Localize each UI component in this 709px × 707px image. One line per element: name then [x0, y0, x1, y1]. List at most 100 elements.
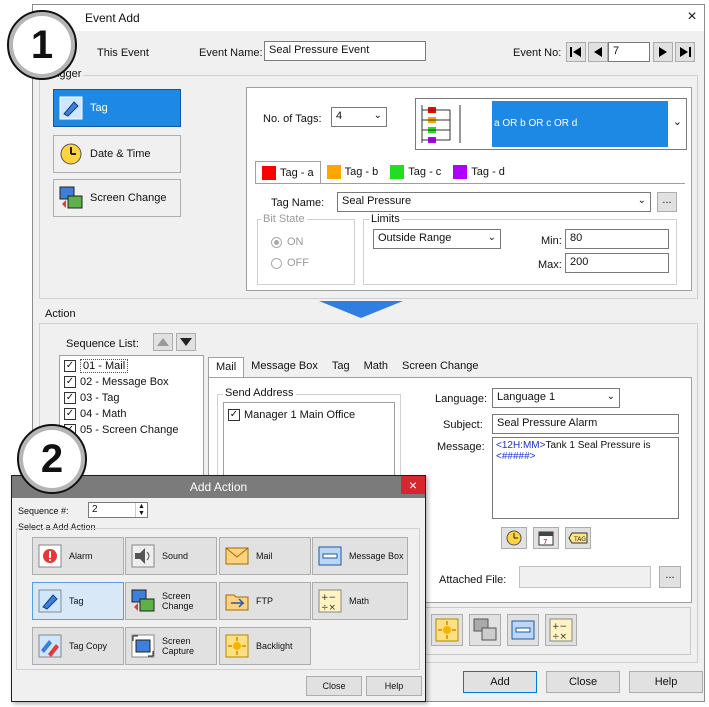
message-textarea[interactable]: <12H:MM>Tank 1 Seal Pressure is <#####>: [492, 437, 679, 519]
add-button[interactable]: Add: [463, 671, 537, 693]
insert-date-button[interactable]: 7: [533, 527, 559, 549]
first-event-button[interactable]: [566, 42, 586, 62]
message-label: Message:: [437, 441, 485, 453]
move-down-button[interactable]: [176, 333, 196, 351]
help-button[interactable]: Help: [629, 671, 703, 693]
action-tag-copy-button[interactable]: Tag Copy: [32, 627, 124, 665]
tab-screen-change[interactable]: Screen Change: [395, 357, 485, 377]
sequence-item[interactable]: ✓05 - Screen Change: [64, 422, 203, 438]
tab-tag-a[interactable]: Tag - a: [255, 161, 321, 183]
tab-mail[interactable]: Mail: [208, 357, 245, 377]
action-sound-button[interactable]: Sound: [125, 537, 217, 575]
screen-change-icon: [473, 618, 497, 641]
action-screen-capture-button[interactable]: Screen Capture: [125, 627, 217, 665]
alarm-icon: [37, 543, 63, 569]
action-math-label: Math: [349, 596, 370, 606]
tab-tag-c[interactable]: Tag - c: [384, 161, 447, 183]
toolbar-screen-change-button[interactable]: [469, 614, 501, 646]
limits-select[interactable]: Outside Range ⌄: [373, 229, 501, 249]
event-no-input[interactable]: 7: [608, 42, 650, 62]
chevron-down-icon: ⌄: [672, 116, 682, 128]
action-backlight-button[interactable]: Backlight: [219, 627, 311, 665]
dialog-close-text-button[interactable]: Close: [306, 676, 362, 696]
bit-on-radio[interactable]: ON: [271, 236, 304, 248]
tag-name-select[interactable]: Seal Pressure ⌄: [337, 192, 651, 212]
sequence-item[interactable]: ✓ 04 - Math: [64, 406, 203, 422]
sequence-number-value: 2: [92, 504, 98, 515]
insert-tag-button[interactable]: TAG: [565, 527, 591, 549]
svg-text:+−: +−: [552, 622, 567, 632]
action-group-label: Action: [45, 308, 76, 320]
checkbox-checked-icon: ✓: [228, 409, 240, 421]
dialog-close-button[interactable]: ×: [401, 476, 425, 494]
tab-tag[interactable]: Tag: [325, 357, 357, 377]
last-icon: [680, 47, 691, 57]
insert-time-button[interactable]: [501, 527, 527, 549]
tag-d-swatch: [453, 165, 468, 179]
message-value-tag: <#####>: [496, 451, 536, 462]
bit-off-radio[interactable]: OFF: [271, 257, 309, 269]
tab-tag-b-label: Tag - b: [344, 166, 379, 178]
sequence-item[interactable]: ✓ 02 - Message Box: [64, 374, 203, 390]
tab-tag-b[interactable]: Tag - b: [321, 161, 385, 183]
sequence-number-input[interactable]: 2 ▲ ▼: [88, 502, 148, 518]
limits-label: Limits: [369, 213, 402, 225]
attached-browse-button[interactable]: ...: [659, 566, 681, 588]
next-event-button[interactable]: [653, 42, 673, 62]
address-item[interactable]: ✓ Manager 1 Main Office: [228, 407, 390, 423]
spin-arrows-icon[interactable]: ▲ ▼: [135, 503, 147, 517]
attached-file-input[interactable]: [519, 566, 651, 588]
sequence-item-label: 03 - Tag: [80, 392, 120, 404]
logic-expression-text: a OR b OR c OR d: [492, 101, 668, 147]
radio-icon: [271, 257, 282, 269]
chevron-down-icon: ⌄: [487, 232, 496, 243]
previous-event-button[interactable]: [588, 42, 608, 62]
tag-b-swatch: [326, 165, 341, 179]
tab-math[interactable]: Math: [357, 357, 395, 377]
last-event-button[interactable]: [675, 42, 695, 62]
action-alarm-button[interactable]: Alarm: [32, 537, 124, 575]
action-screen-change-button[interactable]: Screen Change: [125, 582, 217, 620]
category-date-time-button[interactable]: Date & Time: [53, 135, 181, 173]
min-input[interactable]: 80: [565, 229, 669, 249]
action-ftp-button[interactable]: FTP: [219, 582, 311, 620]
toolbar-backlight-button[interactable]: [431, 614, 463, 646]
action-math-button[interactable]: +− ÷× Math: [312, 582, 408, 620]
language-select[interactable]: Language 1 ⌄: [492, 388, 620, 408]
sequence-item-label: 01 - Mail: [80, 359, 129, 373]
action-tag-button[interactable]: Tag: [32, 582, 124, 620]
tab-tag-d[interactable]: Tag - d: [447, 161, 511, 183]
category-screen-change-button[interactable]: Screen Change: [53, 179, 181, 217]
tab-message-box[interactable]: Message Box: [244, 357, 325, 377]
action-message-box-button[interactable]: Message Box: [312, 537, 408, 575]
tag-copy-icon: [37, 633, 63, 659]
category-tag-button[interactable]: Tag: [53, 89, 181, 127]
language-label: Language:: [435, 393, 487, 405]
tag-icon: [37, 588, 63, 614]
checkbox-checked-icon: ✓: [64, 360, 76, 372]
tag-config-panel: No. of Tags: 4 ⌄ a OR b OR c OR d ⌄ Tag …: [246, 87, 692, 291]
sequence-item-label: 02 - Message Box: [80, 376, 169, 388]
calendar-icon: 7: [538, 531, 554, 546]
action-alarm-label: Alarm: [69, 551, 93, 561]
move-up-button[interactable]: [153, 333, 173, 351]
close-window-button[interactable]: ×: [683, 8, 701, 26]
dialog-help-button[interactable]: Help: [366, 676, 422, 696]
callout-badge-1: 1: [7, 10, 77, 80]
toolbar-math-button[interactable]: +− ÷×: [545, 614, 577, 646]
close-button[interactable]: Close: [546, 671, 620, 693]
toolbar-message-box-button[interactable]: [507, 614, 539, 646]
action-mail-button[interactable]: Mail: [219, 537, 311, 575]
no-of-tags-select[interactable]: 4 ⌄: [331, 107, 387, 127]
bit-state-label: Bit State: [261, 213, 307, 225]
next-icon: [659, 47, 667, 57]
max-input[interactable]: 200: [565, 253, 669, 273]
tag-browse-button[interactable]: ...: [657, 192, 677, 212]
checkbox-checked-icon: ✓: [64, 392, 76, 404]
address-item-label: Manager 1 Main Office: [244, 409, 356, 421]
logic-preview-select[interactable]: a OR b OR c OR d ⌄: [415, 98, 687, 150]
sequence-item[interactable]: ✓ 03 - Tag: [64, 390, 203, 406]
subject-input[interactable]: Seal Pressure Alarm: [492, 414, 679, 434]
sequence-item[interactable]: ✓ 01 - Mail: [64, 358, 203, 374]
event-name-input[interactable]: Seal Pressure Event: [264, 41, 426, 61]
